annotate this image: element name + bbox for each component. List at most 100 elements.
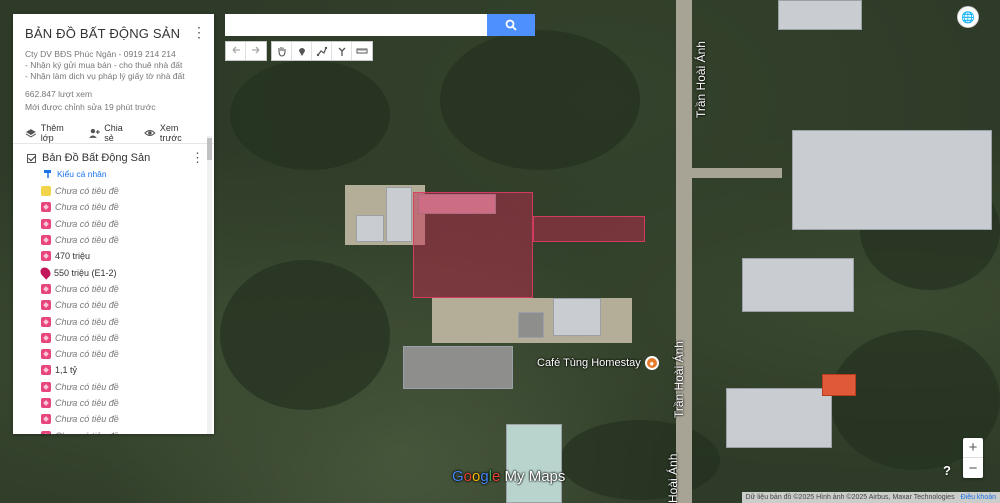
feature-item[interactable]: Chưa có tiêu đề (41, 216, 202, 232)
layer-options-icon[interactable]: ⋮ (191, 150, 204, 166)
feature-item[interactable]: Chưa có tiêu đề (41, 183, 202, 199)
zoom-out-button[interactable]: − (963, 458, 983, 478)
ruler-icon (356, 48, 368, 54)
feature-item[interactable]: Chưa có tiêu đề (41, 232, 202, 248)
paint-roller-icon (44, 170, 51, 178)
terms-link[interactable]: Điều khoản (961, 494, 996, 501)
map-description: Cty DV BĐS Phúc Ngân - 0919 214 214 - Nh… (25, 49, 202, 82)
zoom-in-button[interactable]: + (963, 438, 983, 458)
directions-button[interactable] (332, 42, 352, 60)
individual-styles-link[interactable]: Kiểu cá nhân (27, 166, 202, 183)
view-count: 662.847 lượt xem (25, 89, 93, 99)
marker-square-icon (41, 300, 51, 311)
share-button[interactable]: Chia sẻ (88, 123, 134, 143)
add-marker-button[interactable] (292, 42, 312, 60)
marker-square-icon (41, 283, 51, 294)
feature-item[interactable]: Chưa có tiêu đề (41, 346, 202, 362)
layers-icon (25, 128, 37, 137)
road-branch (692, 168, 782, 178)
map-attribution: Dữ liệu bản đồ ©2025 Hình ảnh ©2025 Airb… (741, 492, 1000, 503)
marker-square-icon (41, 381, 51, 392)
feature-label: Chưa có tiêu đề (55, 202, 119, 213)
poi-cafe[interactable]: Café Tùng Homestay ● (537, 356, 659, 370)
logo-mymaps: My Maps (500, 468, 566, 485)
map-meta: 662.847 lượt xem Mới được chỉnh sửa 19 p… (25, 88, 202, 114)
feature-item[interactable]: 470 triệu (41, 248, 202, 264)
feature-label: Chưa có tiêu đề (55, 349, 119, 360)
scrollbar-thumb[interactable] (207, 138, 212, 160)
road-label: Hoài Ánh (666, 453, 680, 503)
feature-item[interactable]: Chưa có tiêu đề (41, 199, 202, 215)
marker-square-icon (41, 430, 51, 434)
marker-square-icon (41, 365, 51, 376)
panel-header: BẢN ĐỒ BẤT ĐỘNG SẢN ⋮ Cty DV BĐS Phúc Ng… (13, 14, 214, 114)
feature-item[interactable]: 1,1 tỷ (41, 362, 202, 378)
attribution-text: Dữ liệu bản đồ ©2025 Hình ảnh ©2025 Airb… (745, 494, 955, 501)
share-label: Chia sẻ (104, 122, 123, 143)
tree-canopy (440, 30, 640, 170)
feature-label: Chưa có tiêu đề (55, 398, 119, 408)
feature-item[interactable]: Chưa có tiêu đề (41, 411, 202, 427)
more-options-icon[interactable]: ⋮ (192, 24, 206, 41)
feature-label: Chưa có tiêu đề (55, 316, 119, 327)
layer-name[interactable]: Bản Đồ Bất Động Sản (42, 152, 150, 164)
feature-list: Chưa có tiêu đề Chưa có tiêu đề Chưa có ti… (27, 183, 202, 434)
feature-item[interactable]: 550 triệu (E1-2) (38, 264, 202, 280)
marker-square-icon (41, 218, 51, 229)
draw-line-icon (316, 46, 327, 57)
road-tran-hoai-anh (676, 0, 692, 503)
marker-square-icon (41, 235, 51, 246)
marker-square-icon (41, 202, 51, 213)
feature-item[interactable]: Chưa có tiêu đề (41, 379, 202, 395)
undo-button[interactable] (226, 42, 246, 60)
directions-icon (338, 47, 345, 56)
draw-line-button[interactable] (312, 42, 332, 60)
feature-item[interactable]: Chưa có tiêu đề (41, 297, 202, 313)
building-roof (356, 215, 384, 242)
redo-icon (252, 46, 260, 54)
account-avatar[interactable]: 🌐 (957, 6, 979, 28)
feature-item[interactable]: Chưa có tiêu đề (41, 330, 202, 346)
feature-label: Chưa có tiêu đề (55, 381, 119, 392)
feature-item[interactable]: Chưa có tiêu đề (41, 313, 202, 329)
feature-item[interactable]: Chưa có tiêu đề (41, 395, 202, 411)
search-button[interactable] (487, 14, 535, 36)
globe-icon: 🌐 (961, 11, 975, 24)
cafe-pin-icon: ● (644, 356, 659, 370)
building-roof (778, 0, 862, 30)
preview-button[interactable]: Xem trước (144, 123, 202, 143)
marker-icon (298, 48, 305, 56)
marker-square-icon (41, 414, 51, 425)
add-layer-label: Thêm lớp (40, 122, 64, 143)
layer-header[interactable]: Bản Đồ Bất Động Sản (27, 150, 202, 166)
search-input[interactable] (225, 14, 487, 36)
feature-item[interactable]: Chưa có tiêu đề (41, 281, 202, 297)
add-person-icon (89, 128, 101, 138)
building-roof (726, 388, 832, 448)
feature-item[interactable]: Chưa có tiêu đề (41, 427, 202, 434)
property-polygon-access[interactable] (533, 216, 645, 242)
search-bar (225, 14, 535, 36)
map-title[interactable]: BẢN ĐỒ BẤT ĐỘNG SẢN (25, 26, 202, 41)
marker-square-icon (41, 251, 51, 262)
redo-button[interactable] (246, 42, 266, 60)
road-label: Trần Hoài Ánh (672, 341, 686, 418)
measure-button[interactable] (352, 42, 372, 60)
zoom-control: + − (963, 438, 983, 478)
feature-label: Chưa có tiêu đề (55, 414, 119, 425)
panel-scrollbar[interactable] (207, 136, 212, 434)
marker-square-icon (41, 316, 51, 327)
marker-square-icon (41, 332, 51, 343)
building-roof (506, 424, 562, 503)
help-button[interactable]: ? (943, 463, 951, 478)
layer-section: Bản Đồ Bất Động Sản ⋮ Kiểu cá nhân Chưa … (13, 144, 214, 434)
marker-square-icon (41, 398, 51, 408)
desc-line: Cty DV BĐS Phúc Ngân - 0919 214 214 (25, 49, 176, 59)
layer-visibility-checkbox[interactable] (27, 153, 36, 163)
add-layer-button[interactable]: Thêm lớp (25, 123, 78, 143)
select-hand-button[interactable] (272, 42, 292, 60)
tree-canopy (220, 260, 390, 410)
feature-label: 550 triệu (E1-2) (54, 267, 117, 278)
property-polygon[interactable] (413, 192, 533, 298)
map-pin-icon (38, 265, 53, 280)
